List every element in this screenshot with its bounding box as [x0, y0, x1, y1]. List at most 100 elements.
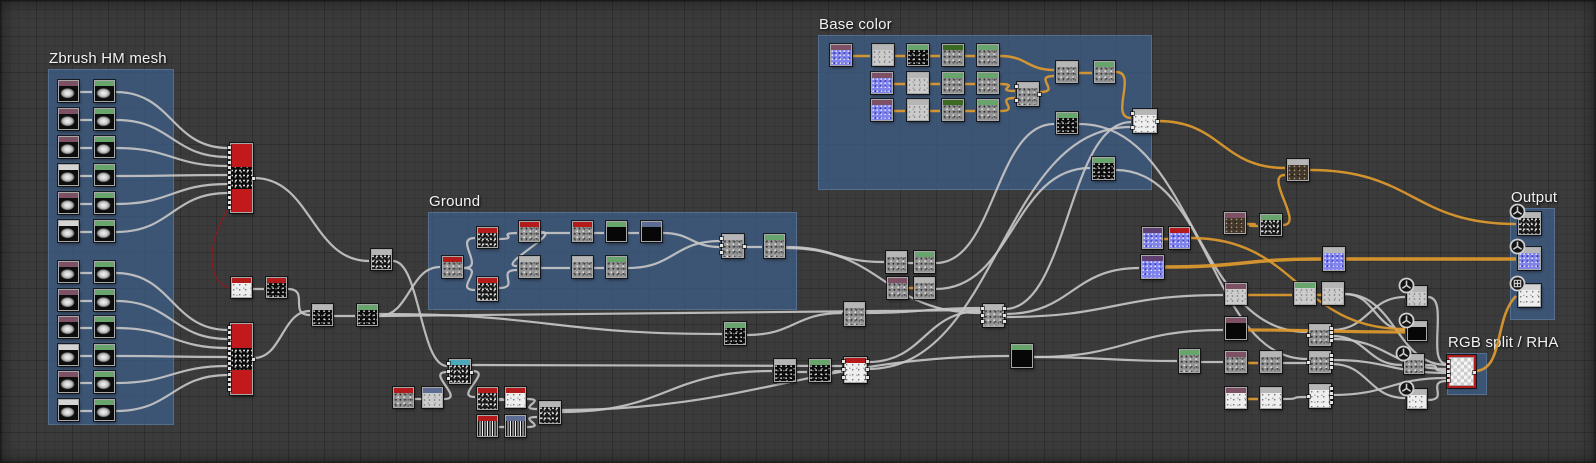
node-g10[interactable] [641, 221, 662, 242]
node-f5[interactable] [981, 304, 1006, 327]
node-za2[interactable] [58, 108, 79, 130]
input-pin[interactable] [228, 186, 231, 189]
input-pin[interactable] [228, 331, 231, 335]
output-pin[interactable] [866, 376, 869, 379]
node-lv1[interactable] [231, 277, 252, 298]
node-b3[interactable] [907, 44, 929, 66]
node-tl[interactable] [447, 359, 473, 384]
input-pin[interactable] [1447, 360, 1450, 363]
node-zb7[interactable] [94, 261, 115, 283]
node-za10[interactable] [58, 344, 79, 366]
input-pin[interactable] [1307, 334, 1310, 337]
node-g7[interactable] [572, 256, 593, 278]
node-r12[interactable] [1260, 387, 1282, 409]
node-za1[interactable] [58, 80, 79, 102]
input-pin[interactable] [228, 201, 231, 204]
node-d2[interactable] [422, 387, 443, 408]
node-l2[interactable] [357, 304, 378, 326]
node-c4[interactable] [1398, 380, 1427, 409]
node-g3[interactable] [477, 277, 498, 301]
output-pin[interactable] [252, 177, 255, 180]
node-t1[interactable] [1287, 159, 1309, 181]
output-pin[interactable] [1156, 120, 1159, 123]
node-za11[interactable] [58, 371, 79, 393]
output-pin[interactable] [1003, 313, 1006, 317]
input-pin[interactable] [228, 146, 231, 149]
node-g12[interactable] [764, 234, 785, 258]
node-b12[interactable] [942, 99, 964, 121]
node-b18[interactable] [1092, 157, 1115, 180]
node-b19[interactable] [1131, 109, 1159, 133]
node-o1[interactable] [1509, 203, 1541, 235]
input-pin[interactable] [228, 341, 231, 345]
node-r11[interactable] [1225, 387, 1247, 409]
input-pin[interactable] [228, 336, 231, 340]
input-pin[interactable] [1447, 369, 1450, 373]
node-zb11[interactable] [94, 371, 115, 393]
node-b8[interactable] [942, 72, 964, 94]
input-pin[interactable] [447, 369, 450, 373]
input-pin[interactable] [228, 351, 231, 355]
node-zb12[interactable] [94, 399, 115, 421]
node-p2[interactable] [1260, 214, 1282, 236]
node-m3[interactable] [1141, 255, 1164, 279]
node-m1[interactable] [1142, 227, 1163, 249]
node-bk1[interactable] [266, 277, 287, 298]
node-b9[interactable] [977, 72, 999, 94]
input-pin[interactable] [720, 244, 723, 247]
input-pin[interactable] [228, 367, 231, 371]
input-pin[interactable] [228, 156, 231, 159]
input-pin[interactable] [842, 360, 845, 363]
node-r3[interactable] [1322, 282, 1344, 305]
node-b10[interactable] [871, 99, 893, 121]
input-pin[interactable] [1447, 374, 1450, 378]
node-e2[interactable] [774, 359, 796, 382]
input-pin[interactable] [1015, 99, 1018, 102]
input-pin[interactable] [1447, 379, 1450, 382]
input-pin[interactable] [447, 362, 450, 365]
input-pin[interactable] [981, 320, 984, 323]
node-b17[interactable] [1056, 112, 1078, 134]
node-g1[interactable] [442, 256, 463, 278]
node-p1[interactable] [1224, 212, 1246, 234]
node-g6[interactable] [572, 221, 593, 242]
output-pin[interactable] [1003, 320, 1006, 323]
input-pin[interactable] [228, 161, 231, 164]
input-pin[interactable] [228, 382, 231, 386]
node-m0[interactable] [371, 249, 392, 270]
output-pin[interactable] [743, 245, 746, 248]
node-r2[interactable] [1294, 282, 1316, 305]
input-pin[interactable] [1015, 85, 1018, 88]
node-b2[interactable] [872, 44, 894, 66]
node-zb6[interactable] [94, 220, 115, 242]
node-za3[interactable] [58, 136, 79, 158]
output-pin[interactable] [1330, 335, 1333, 338]
output-pin[interactable] [1330, 331, 1333, 334]
input-pin[interactable] [228, 346, 231, 350]
output-pin[interactable] [1330, 366, 1333, 369]
output-pin[interactable] [1330, 362, 1333, 365]
input-pin[interactable] [228, 191, 231, 194]
output-pin[interactable] [1473, 370, 1476, 374]
input-pin[interactable] [228, 357, 231, 360]
node-o2[interactable] [1509, 238, 1541, 270]
output-pin[interactable] [866, 368, 869, 371]
input-pin[interactable] [228, 171, 231, 174]
node-za12[interactable] [58, 399, 79, 421]
node-b6[interactable] [871, 72, 893, 94]
node-d1[interactable] [393, 387, 414, 408]
input-pin[interactable] [447, 377, 450, 380]
node-za7[interactable] [58, 261, 79, 283]
input-pin[interactable] [228, 151, 231, 154]
node-r4[interactable] [1225, 317, 1247, 340]
node-b5[interactable] [977, 44, 999, 66]
node-za8[interactable] [58, 289, 79, 311]
node-za4[interactable] [58, 164, 79, 186]
node-b11[interactable] [907, 99, 929, 121]
input-pin[interactable] [842, 376, 845, 379]
node-zb1[interactable] [94, 80, 115, 102]
node-r7[interactable] [1225, 351, 1247, 373]
input-pin[interactable] [228, 196, 231, 199]
node-m4[interactable] [1323, 247, 1345, 271]
node-e4[interactable] [842, 357, 869, 383]
